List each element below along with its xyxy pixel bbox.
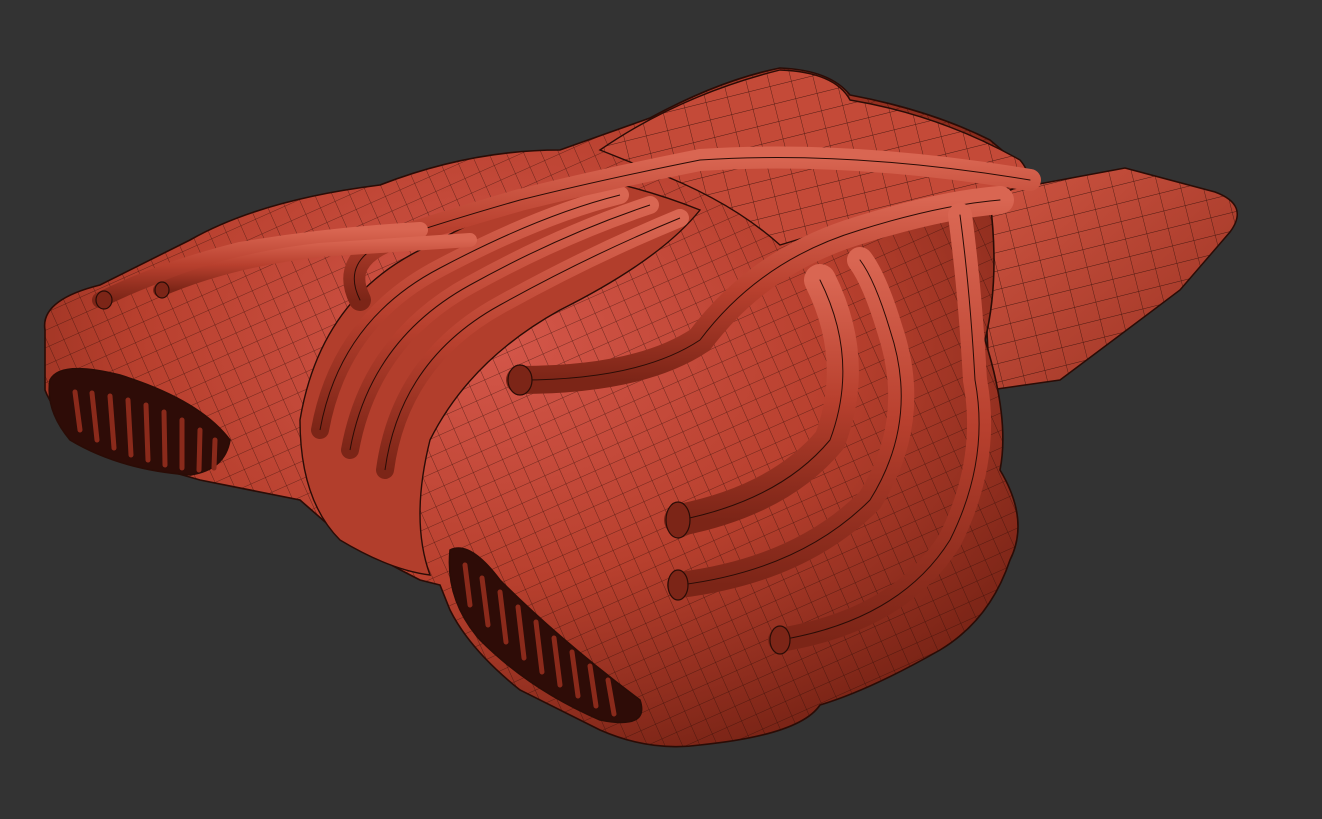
- ship-model[interactable]: [43, 67, 1239, 748]
- 3d-viewport[interactable]: [0, 0, 1322, 819]
- tail-fin: [979, 167, 1239, 391]
